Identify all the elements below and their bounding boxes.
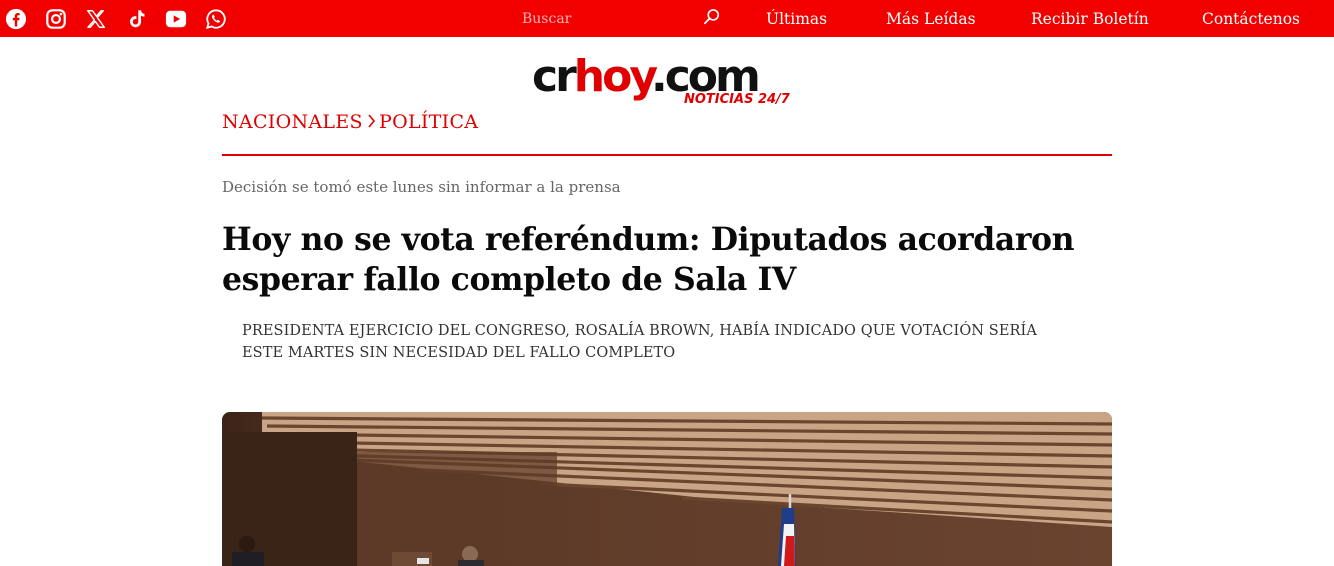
article-lead-photo[interactable] xyxy=(222,412,1112,566)
breadcrumb-subsection[interactable]: POLÍTICA xyxy=(379,110,478,134)
logo-cr: cr xyxy=(532,51,577,102)
section-divider xyxy=(222,154,1112,156)
logo-tagline: NOTICIAS 24/7 xyxy=(684,92,790,107)
x-icon[interactable] xyxy=(85,8,107,30)
search-icon[interactable] xyxy=(702,7,724,29)
chamber-photo-illustration xyxy=(222,412,1112,566)
tiktok-icon[interactable] xyxy=(125,8,147,30)
chevron-right-icon xyxy=(368,114,376,128)
nav-contactenos[interactable]: Contáctenos xyxy=(1202,9,1300,29)
instagram-icon[interactable] xyxy=(45,8,67,30)
article-kicker: Decisión se tomó este lunes sin informar… xyxy=(222,178,621,196)
whatsapp-icon[interactable] xyxy=(205,8,227,30)
search-input[interactable] xyxy=(522,8,692,30)
breadcrumb-section[interactable]: NACIONALES xyxy=(222,110,363,134)
nav-recibir-boletin[interactable]: Recibir Boletín xyxy=(1031,9,1149,29)
top-bar: Últimas Más Leídas Recibir Boletín Contá… xyxy=(0,0,1334,37)
nav-mas-leidas[interactable]: Más Leídas xyxy=(886,9,976,29)
youtube-icon[interactable] xyxy=(165,8,187,30)
logo-hoy: hoy xyxy=(573,51,654,102)
nav-ultimas[interactable]: Últimas xyxy=(766,9,827,29)
article-subhead: PRESIDENTA EJERCICIO DEL CONGRESO, ROSAL… xyxy=(242,323,1037,361)
article-headline: Hoy no se vota referéndum: Diputados aco… xyxy=(222,221,1075,298)
facebook-icon[interactable] xyxy=(5,8,27,30)
site-logo[interactable]: crhoy.com NOTICIAS 24/7 xyxy=(532,52,802,110)
